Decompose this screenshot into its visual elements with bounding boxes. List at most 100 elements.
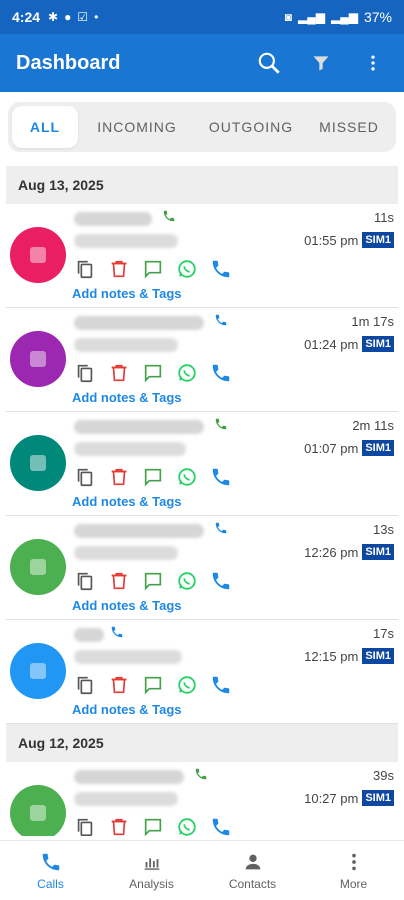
call-button[interactable] — [208, 256, 234, 282]
copy-button[interactable] — [72, 256, 98, 282]
nav-analysis[interactable]: Analysis — [101, 841, 202, 900]
sms-button[interactable] — [140, 814, 166, 836]
sms-button[interactable] — [140, 464, 166, 490]
signal-icon-2: ▂▄▆ — [331, 10, 358, 24]
outgoing-call-icon — [163, 210, 175, 222]
whatsapp-button[interactable] — [174, 464, 200, 490]
tab-outgoing[interactable]: OUTGOING — [196, 106, 306, 148]
contact-name-redacted — [74, 524, 204, 538]
search-icon — [258, 52, 280, 74]
phone-icon — [212, 818, 230, 836]
phone-icon — [212, 260, 230, 278]
filter-button[interactable] — [306, 48, 336, 78]
whatsapp-button[interactable] — [174, 814, 200, 836]
tab-missed[interactable]: MISSED — [306, 106, 392, 148]
sim-badge: SIM1 — [362, 790, 394, 806]
call-log-row[interactable]: 11s 01:55 pm SIM1 Add notes & Tags — [6, 204, 398, 308]
sms-button[interactable] — [140, 568, 166, 594]
whatsapp-button[interactable] — [174, 672, 200, 698]
avatar[interactable] — [10, 435, 66, 491]
add-notes-tags-link[interactable]: Add notes & Tags — [72, 598, 182, 613]
sms-button[interactable] — [140, 256, 166, 282]
add-notes-tags-link[interactable]: Add notes & Tags — [72, 390, 182, 405]
delete-button[interactable] — [106, 814, 132, 836]
copy-icon — [77, 260, 93, 279]
search-button[interactable] — [254, 48, 284, 78]
trash-icon — [111, 818, 127, 836]
status-system-icons: ◙ ▂▄▆ ▂▄▆ 37% — [285, 9, 392, 25]
whatsapp-button[interactable] — [174, 360, 200, 386]
call-log-row[interactable]: 39s10:27 pmSIM1Add notes & Tags — [6, 762, 398, 836]
call-log-row[interactable]: 2m 11s 01:07 pm SIM1 Add notes & Tags — [6, 412, 398, 516]
phone-number-redacted — [74, 442, 186, 456]
avatar-initial — [30, 455, 46, 471]
whatsapp-icon — [178, 468, 196, 486]
delete-button[interactable] — [106, 360, 132, 386]
copy-button[interactable] — [72, 360, 98, 386]
add-notes-tags-link[interactable]: Add notes & Tags — [72, 702, 182, 717]
avatar[interactable] — [10, 539, 66, 595]
tab-incoming[interactable]: INCOMING — [78, 106, 196, 148]
delete-button[interactable] — [106, 256, 132, 282]
outgoing-call-icon — [195, 768, 207, 780]
copy-button[interactable] — [72, 568, 98, 594]
call-log-list[interactable]: Aug 13, 2025 11s 01:55 pm SIM1 Add notes & T… — [6, 166, 398, 836]
whatsapp-button[interactable] — [174, 256, 200, 282]
copy-button[interactable] — [72, 464, 98, 490]
copy-icon — [77, 676, 93, 695]
delete-button[interactable] — [106, 672, 132, 698]
call-log-row[interactable]: 13s 12:26 pm SIM1 Add notes & Tags — [6, 516, 398, 620]
call-filter-tabs: ALL INCOMING OUTGOING MISSED — [0, 92, 404, 162]
phone-number-redacted — [74, 792, 178, 806]
avatar[interactable] — [10, 227, 66, 283]
call-button[interactable] — [208, 464, 234, 490]
person-icon — [245, 854, 260, 869]
more-options-button[interactable] — [358, 48, 388, 78]
copy-button[interactable] — [72, 672, 98, 698]
more-vert-icon — [351, 853, 356, 870]
check-icon: ☑ — [77, 10, 89, 24]
call-time: 12:26 pm — [304, 544, 359, 560]
sim-badge: SIM1 — [362, 544, 394, 560]
call-button[interactable] — [208, 814, 234, 836]
call-button[interactable] — [208, 360, 234, 386]
avatar[interactable] — [10, 785, 66, 836]
message-icon — [144, 364, 162, 383]
copy-button[interactable] — [72, 814, 98, 836]
call-log-row[interactable]: 17s 12:15 pm SIM1 Add notes & Tags — [6, 620, 398, 724]
call-time: 10:27 pm — [304, 790, 359, 806]
settings-icon: ✱ — [48, 10, 59, 24]
sim-badge: SIM1 — [362, 648, 394, 664]
nav-more[interactable]: More — [303, 841, 404, 900]
whatsapp-button[interactable] — [174, 568, 200, 594]
avatar[interactable] — [10, 643, 66, 699]
add-notes-tags-link[interactable]: Add notes & Tags — [72, 286, 182, 301]
sms-button[interactable] — [140, 360, 166, 386]
call-button[interactable] — [208, 568, 234, 594]
call-button[interactable] — [208, 672, 234, 698]
trash-icon — [111, 572, 127, 590]
contact-name-redacted — [74, 770, 184, 784]
date-group-header: Aug 13, 2025 — [6, 166, 398, 204]
contact-name-redacted — [74, 316, 204, 330]
page-title: Dashboard — [16, 51, 121, 74]
call-log-row[interactable]: 1m 17s 01:24 pm SIM1 Add notes & Tags — [6, 308, 398, 412]
incoming-call-icon — [215, 314, 227, 326]
delete-button[interactable] — [106, 464, 132, 490]
call-duration: 2m 11s — [352, 418, 394, 433]
filter-icon — [313, 56, 329, 71]
sms-button[interactable] — [140, 672, 166, 698]
avatar[interactable] — [10, 331, 66, 387]
phone-icon — [212, 676, 230, 694]
avatar-initial — [30, 559, 46, 575]
add-notes-tags-link[interactable]: Add notes & Tags — [72, 494, 182, 509]
nav-calls-label: Calls — [37, 876, 64, 891]
tab-all[interactable]: ALL — [12, 106, 78, 148]
nav-contacts[interactable]: Contacts — [202, 841, 303, 900]
copy-icon — [77, 468, 93, 487]
avatar-initial — [30, 663, 46, 679]
nav-calls[interactable]: Calls — [0, 841, 101, 900]
call-duration: 39s — [373, 768, 394, 783]
delete-button[interactable] — [106, 568, 132, 594]
outgoing-call-icon — [215, 418, 227, 430]
